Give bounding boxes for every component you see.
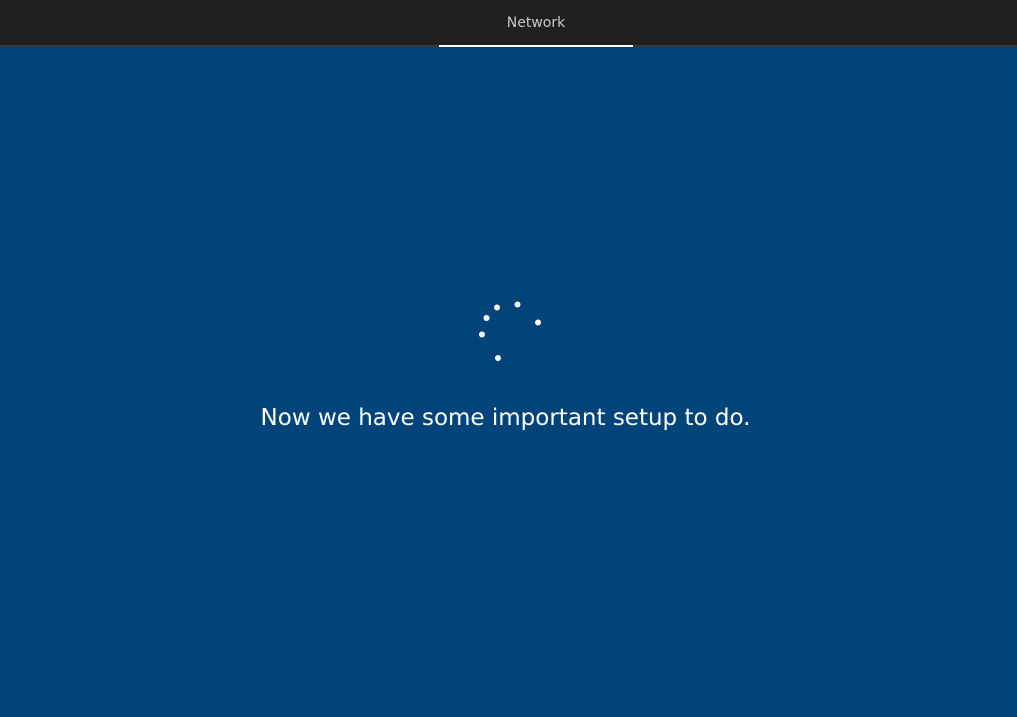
spinner-dot <box>495 355 501 361</box>
active-tab-indicator <box>439 45 633 47</box>
tab-network[interactable]: Network <box>439 0 633 47</box>
spinner-dot <box>514 301 521 308</box>
spinner-dot <box>479 331 485 338</box>
spinner-dot <box>494 304 500 311</box>
setup-status-message: Now we have some important setup to do. <box>260 405 751 431</box>
loading-spinner-icon <box>479 301 541 361</box>
top-navigation-bar: Network <box>0 0 1017 47</box>
setup-screen: Network Now we have some important setup… <box>0 0 1017 717</box>
spinner-dot <box>483 315 490 321</box>
tab-network-label: Network <box>506 15 566 31</box>
spinner-dot <box>535 319 541 326</box>
